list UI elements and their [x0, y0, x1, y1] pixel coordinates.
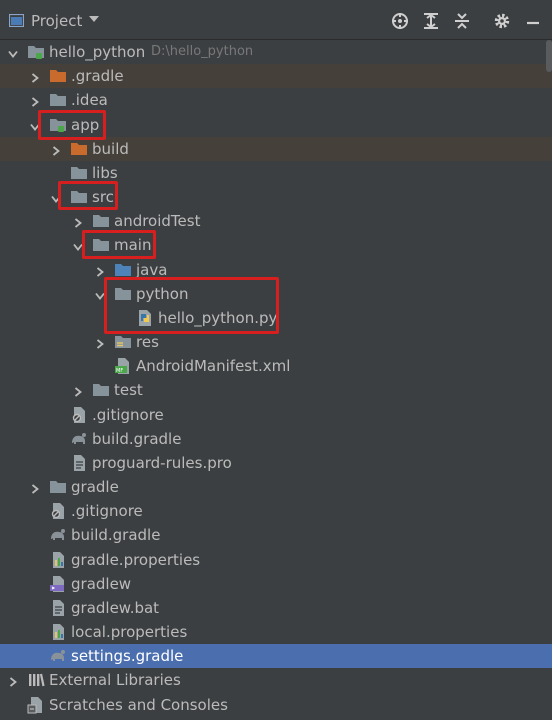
tree-item-label: test [114, 381, 143, 399]
excluded-folder-icon [70, 140, 88, 158]
tree-row-gitignore[interactable]: .gitignore [0, 403, 552, 427]
tree-row-gradlew-bat[interactable]: gradlew.bat [0, 596, 552, 620]
tree-row-build-gradle[interactable]: build.gradle [0, 523, 552, 547]
collapse-all-icon[interactable] [453, 12, 471, 30]
project-path: D:\hello_python [151, 44, 254, 59]
properties-file-icon [49, 551, 67, 569]
highlight-main [82, 230, 156, 259]
chevron-right-icon[interactable] [30, 482, 40, 494]
project-tool-window-header: Project [0, 0, 552, 40]
tree-item-label: .idea [71, 91, 108, 109]
tree-item-label: res [136, 333, 159, 351]
tree-item-label: local.properties [71, 623, 188, 641]
tree-item-label: Scratches and Consoles [49, 696, 228, 714]
svg-text:MF: MF [116, 368, 123, 374]
chevron-right-icon[interactable] [51, 144, 61, 156]
tree-item-label: build.gradle [92, 430, 182, 448]
manifest-file-icon: MF [114, 357, 132, 375]
folder-icon [49, 91, 67, 109]
chevron-down-icon[interactable] [88, 14, 100, 24]
highlight-python [104, 277, 279, 334]
tree-item-label: proguard-rules.pro [92, 454, 232, 472]
gear-icon[interactable] [493, 12, 511, 30]
chevron-right-icon[interactable] [8, 675, 18, 687]
shell-file-icon [49, 575, 67, 593]
tree-item-label: hello_python [49, 43, 146, 61]
tree-item-label: gradle [71, 478, 119, 496]
project-window-icon [9, 14, 24, 27]
tree-item-label: androidTest [114, 212, 201, 230]
gradle-file-icon [70, 430, 88, 448]
text-file-icon [70, 454, 88, 472]
gradle-file-icon [49, 647, 67, 665]
minimize-icon[interactable] [524, 12, 542, 30]
tree-item-label: build [92, 140, 129, 158]
tree-item-label: gradle.properties [71, 551, 201, 569]
chevron-right-icon[interactable] [95, 265, 105, 277]
chevron-right-icon[interactable] [73, 216, 83, 228]
scratches-icon [27, 696, 45, 714]
tree-row-gitignore[interactable]: .gitignore [0, 499, 552, 523]
tree-row-scratches-and-consoles[interactable]: Scratches and Consoles [0, 693, 552, 717]
chevron-right-icon[interactable] [73, 385, 83, 397]
tree-item-label: .gradle [71, 67, 124, 85]
tree-row-gradlew[interactable]: gradlew [0, 572, 552, 596]
tree-item-label: .gitignore [71, 502, 143, 520]
tree-row-build[interactable]: build [0, 137, 552, 161]
tree-row-gradle[interactable]: gradle [0, 475, 552, 499]
folder-icon [49, 478, 67, 496]
scrollbar[interactable] [546, 40, 552, 72]
chevron-right-icon[interactable] [30, 71, 40, 83]
properties-file-icon [49, 623, 67, 641]
tree-item-label: gradlew.bat [71, 599, 160, 617]
project-view-title[interactable]: Project [31, 12, 82, 30]
tree-row-gradle-properties[interactable]: gradle.properties [0, 548, 552, 572]
tree-row-hello-python[interactable]: hello_python D:\hello_python [0, 40, 552, 64]
tree-row-settings-gradle[interactable]: settings.gradle [0, 644, 552, 668]
tree-item-label: build.gradle [71, 526, 161, 544]
tree-item-label: AndroidManifest.xml [136, 357, 291, 375]
folder-icon [92, 212, 110, 230]
chevron-right-icon[interactable] [95, 337, 105, 349]
expand-all-icon[interactable] [422, 12, 440, 30]
folder-icon [92, 381, 110, 399]
tree-item-label: settings.gradle [71, 647, 184, 665]
chevron-right-icon[interactable] [30, 95, 40, 107]
tree-item-label: libs [92, 164, 118, 182]
libraries-icon [27, 671, 45, 689]
tree-row-androidmanifest-xml[interactable]: MF AndroidManifest.xml [0, 354, 552, 378]
module-folder-icon [27, 43, 45, 61]
tree-row-gradle[interactable]: .gradle [0, 64, 552, 88]
excluded-folder-icon [49, 67, 67, 85]
tree-item-label: .gitignore [92, 406, 164, 424]
tree-row-build-gradle[interactable]: build.gradle [0, 427, 552, 451]
text-file-icon [49, 599, 67, 617]
ignore-file-icon [49, 502, 67, 520]
resource-folder-icon [114, 333, 132, 351]
highlight-app [38, 110, 106, 140]
ignore-file-icon [70, 406, 88, 424]
tree-row-proguard-rules-pro[interactable]: proguard-rules.pro [0, 451, 552, 475]
gradle-file-icon [49, 526, 67, 544]
tree-row-local-properties[interactable]: local.properties [0, 620, 552, 644]
tree-item-label: External Libraries [49, 671, 181, 689]
highlight-src [58, 181, 118, 210]
tree-row-external-libraries[interactable]: External Libraries [0, 668, 552, 692]
folder-icon [70, 164, 88, 182]
tree-row-test[interactable]: test [0, 378, 552, 402]
tree-item-label: gradlew [71, 575, 132, 593]
locate-file-icon[interactable] [391, 12, 409, 30]
chevron-down-icon[interactable] [8, 47, 18, 58]
tree-row-idea[interactable]: .idea [0, 88, 552, 112]
